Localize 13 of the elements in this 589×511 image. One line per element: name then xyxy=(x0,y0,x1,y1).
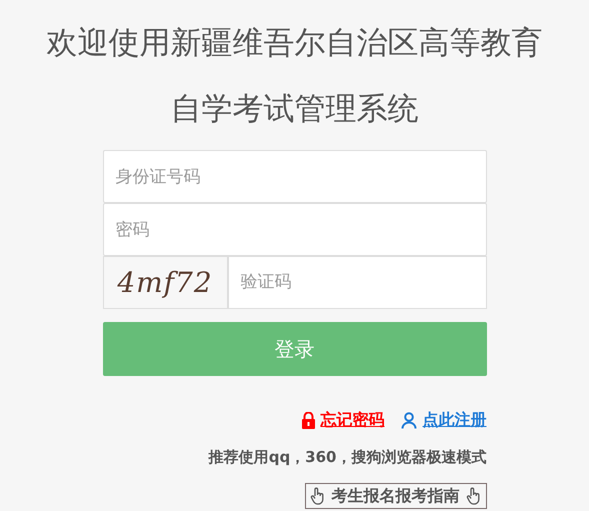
captcha-image[interactable]: 4mf72 xyxy=(102,256,228,309)
password-field[interactable]: 密码 xyxy=(102,203,486,256)
captcha-field[interactable]: 验证码 xyxy=(228,256,486,309)
pointing-hand-icon xyxy=(310,486,326,504)
page-title: 自学考试管理系统 xyxy=(170,90,420,129)
id-number-field[interactable]: 身份证号码 xyxy=(102,150,486,203)
user-icon xyxy=(400,412,418,428)
guide-button[interactable]: 考生报名报考指南 xyxy=(304,482,486,508)
browser-tip: 推荐使用qq，360，搜狗浏览器极速模式 xyxy=(207,447,486,468)
pointing-hand-icon xyxy=(466,486,482,504)
page-title: 欢迎使用新疆维吾尔自治区高等教育 xyxy=(46,24,544,63)
login-button[interactable]: 登录 xyxy=(102,322,486,376)
lock-icon xyxy=(300,412,316,428)
